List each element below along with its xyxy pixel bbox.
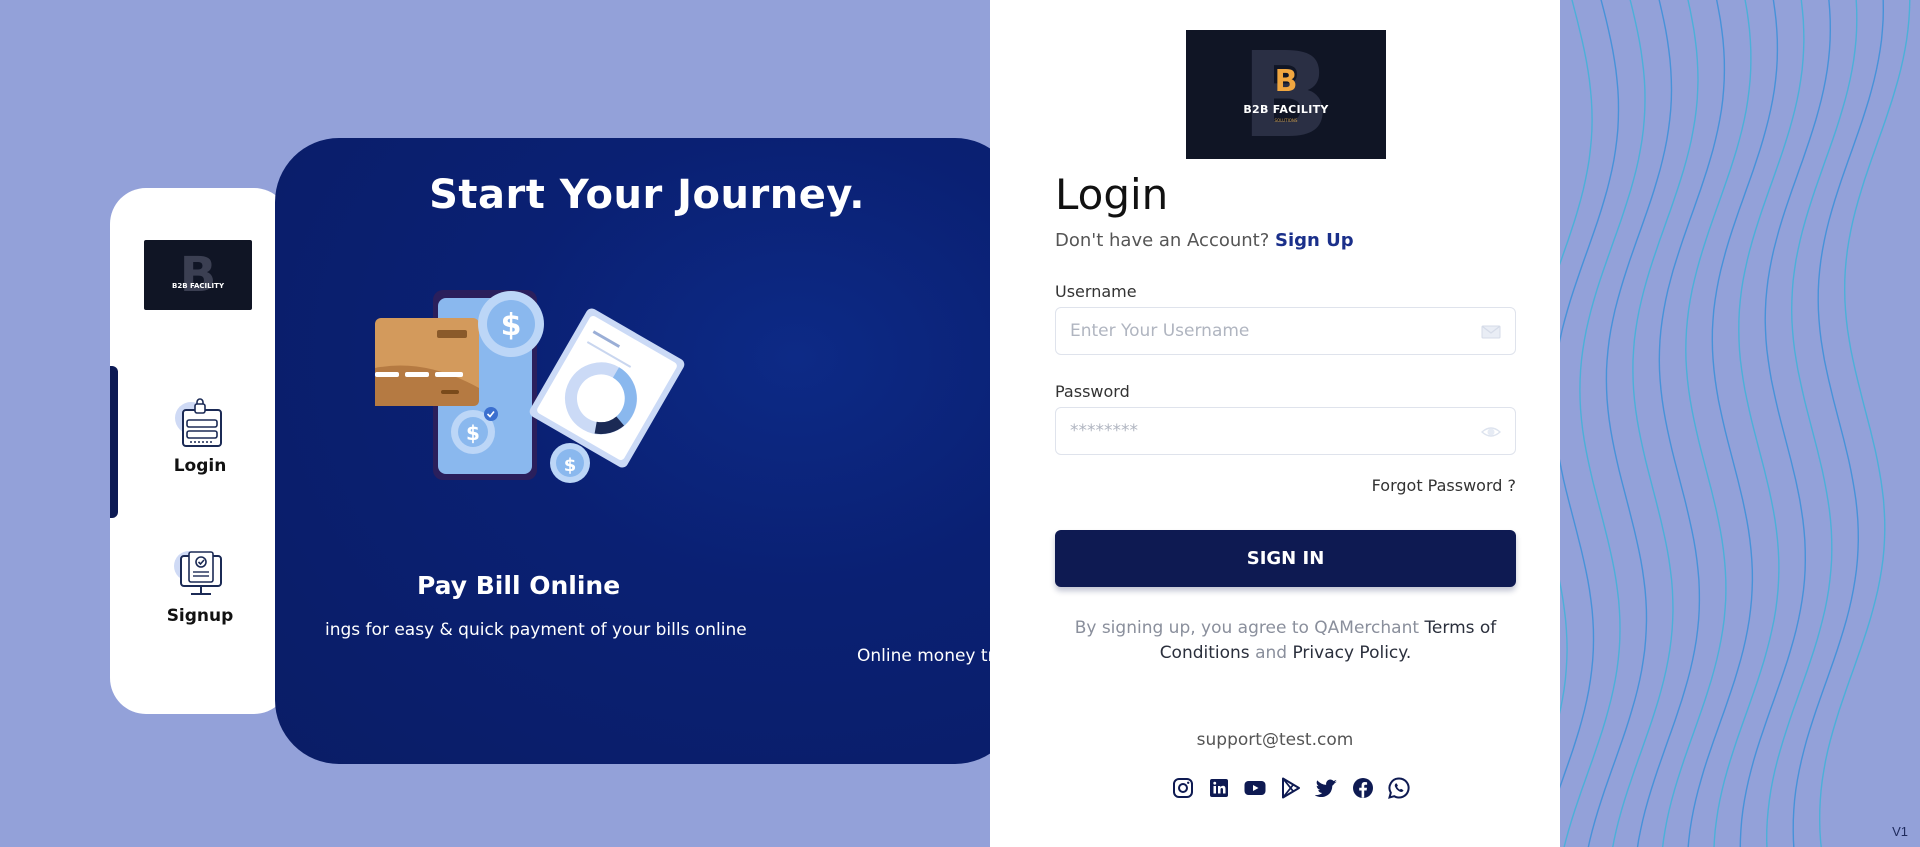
mail-icon [1481,325,1501,339]
brand-logo: B B B2B FACILITY SOLUTIONS [1186,30,1386,159]
svg-text:$: $ [564,455,577,476]
slide-description: ings for easy & quick payment of your bi… [325,620,747,640]
wave-line [1687,0,1779,847]
twitter-icon[interactable] [1315,776,1339,800]
svg-text:$: $ [466,421,480,445]
linkedin-icon[interactable] [1207,776,1231,800]
version-label: V1 [1892,824,1908,839]
password-field [1055,407,1516,455]
eye-icon[interactable] [1481,422,1501,442]
support-email: support@test.com [1196,730,1354,750]
login-panel: B B B2B FACILITY SOLUTIONS Login Don't h… [990,0,1560,847]
wave-line [1560,0,1593,715]
side-nav-card: B B2B FACILITY Login Signup [110,188,290,714]
wave-line [1765,0,1858,847]
signup-monitor-icon [173,548,227,602]
whatsapp-icon[interactable] [1387,776,1411,800]
privacy-link[interactable]: Privacy Policy. [1292,643,1411,663]
username-label: Username [1055,282,1137,301]
side-logo: B B2B FACILITY [144,240,252,310]
carousel-track: $ $ $ Pay Bill Online ings for easy & qu… [325,138,1019,764]
password-input[interactable] [1070,408,1470,454]
nav-login-label: Login [173,456,227,476]
username-input[interactable] [1070,308,1470,354]
sign-in-button[interactable]: SIGN IN [1055,530,1516,587]
decorative-waves [1560,0,1920,847]
wave-line [1818,0,1911,847]
wave-line [1612,0,1699,847]
facebook-icon[interactable] [1351,776,1375,800]
wave-line [1587,0,1673,847]
instagram-icon[interactable] [1171,776,1195,800]
wave-line [1563,0,1646,847]
username-field [1055,307,1516,355]
wave-line [1792,0,1885,847]
terms-notice: By signing up, you agree to QAMerchant T… [1074,618,1497,663]
wave-line [1636,0,1726,847]
nav-item-login[interactable]: Login [110,398,290,476]
social-links [1171,776,1411,800]
password-label: Password [1055,382,1130,401]
signup-link[interactable]: Sign Up [1275,230,1354,251]
page-title: Login [1055,170,1169,219]
signup-prompt: Don't have an Account? Sign Up [1055,230,1354,251]
nav-item-signup[interactable]: Signup [110,548,290,626]
nav-signup-label: Signup [166,606,234,626]
google-play-icon[interactable] [1279,776,1303,800]
youtube-icon[interactable] [1243,776,1267,800]
forgot-password-link[interactable]: Forgot Password ? [1370,476,1516,495]
wave-line [1739,0,1832,847]
svg-text:$: $ [501,308,522,343]
hero-carousel: Start Your Journey. $ $ $ Pay Bill Onlin… [275,138,1019,764]
slide-title: Pay Bill Online [417,571,621,600]
logo-b-mark: B [1274,63,1298,99]
login-form-icon [173,398,227,452]
